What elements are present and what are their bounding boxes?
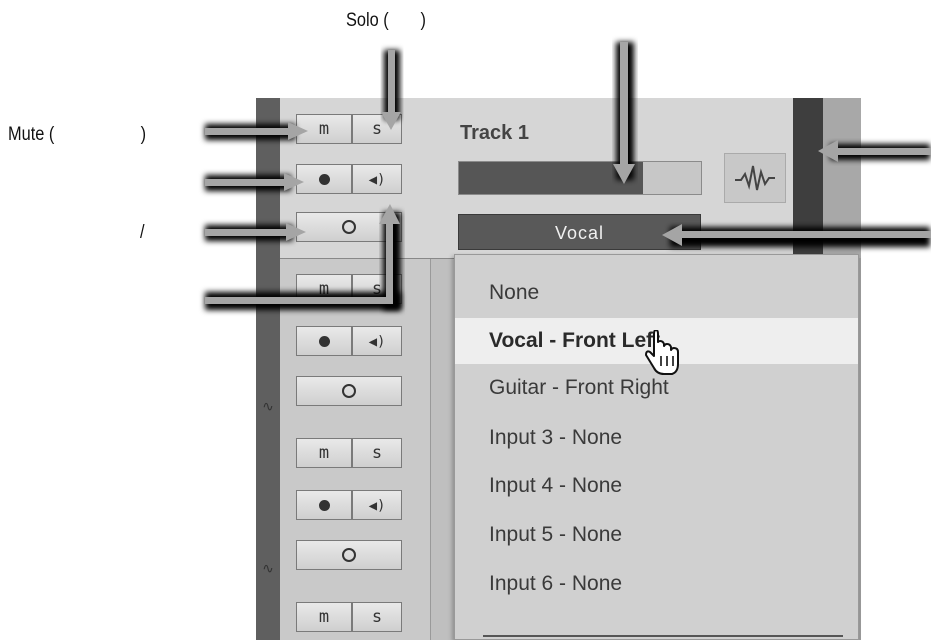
arrow-icon: [205, 173, 304, 191]
arrow-icon: [205, 223, 306, 241]
arrow-icon: [662, 224, 931, 247]
arrow-icon: [205, 122, 308, 140]
arrow-icon: [613, 42, 635, 184]
callout-arrows: [205, 42, 931, 310]
arrow-icon: [205, 204, 401, 310]
arrow-icon: [818, 140, 931, 162]
arrow-icon: [381, 50, 401, 130]
